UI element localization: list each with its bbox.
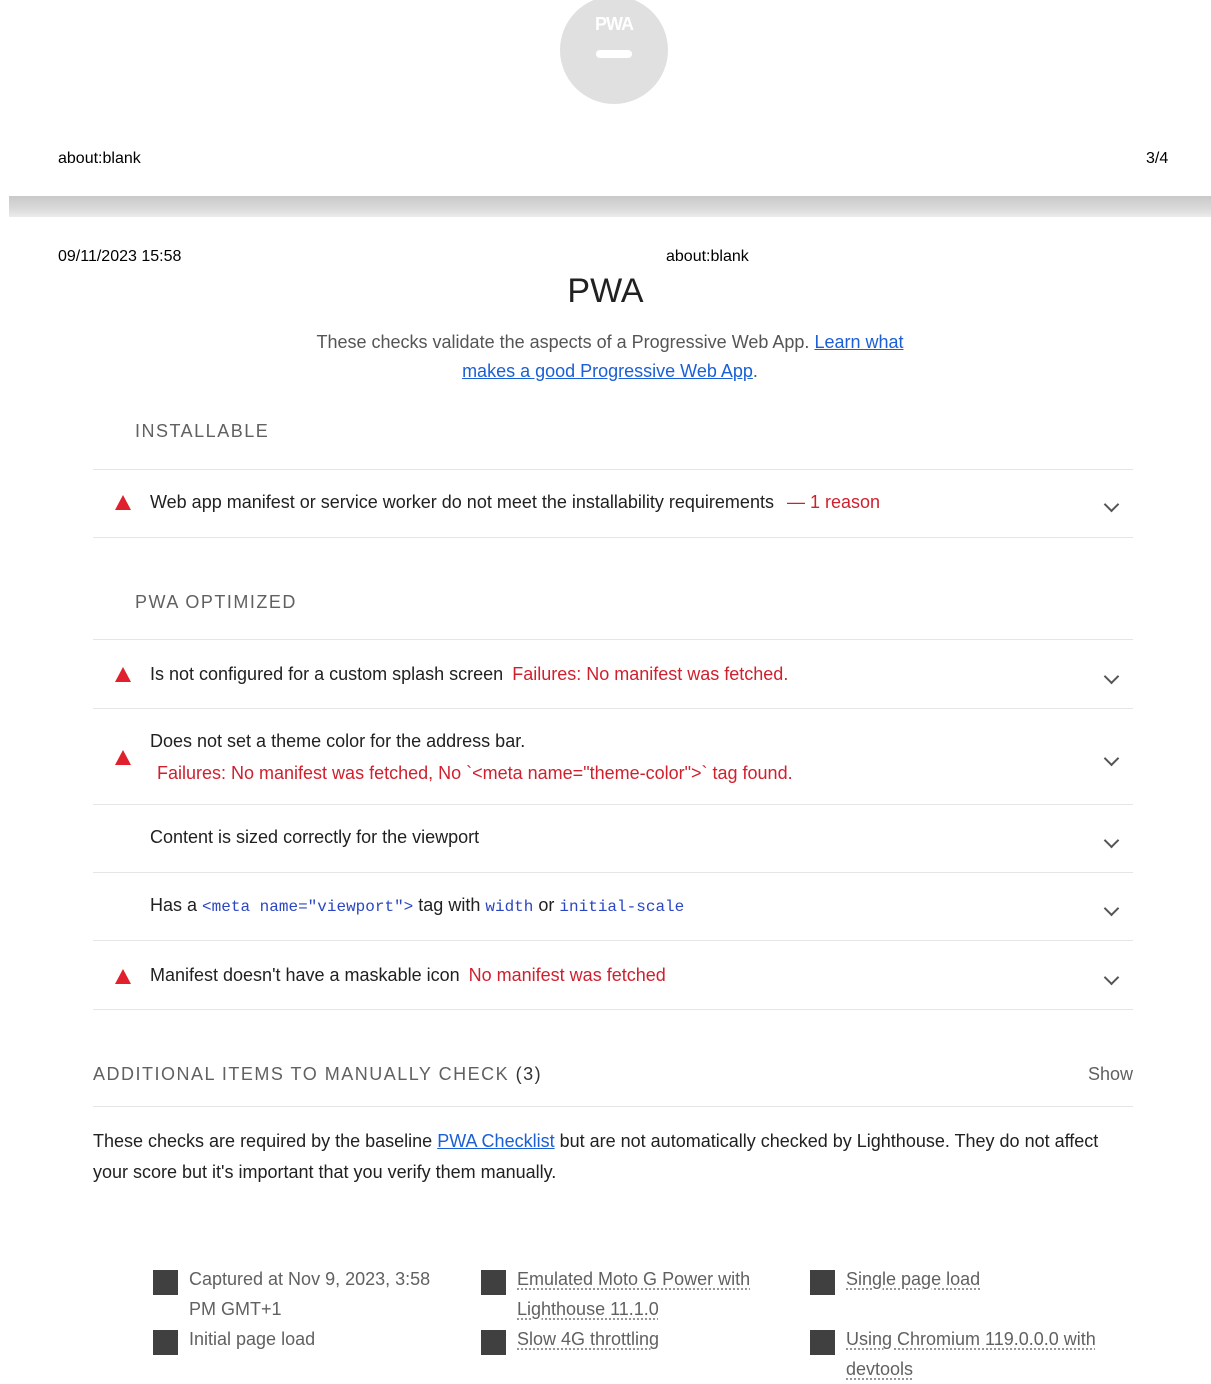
audit-content-width[interactable]: Content is sized correctly for the viewp… [93,805,1133,872]
code-initial-scale: initial-scale [559,898,685,916]
audit-title-text: Is not configured for a custom splash sc… [150,664,504,684]
divider [93,537,1133,538]
manual-count: (3) [515,1064,543,1084]
footer-chromium-text: Using Chromium 119.0.0.0 with devtools [846,1324,1096,1384]
audit-viewport[interactable]: Has a <meta name="viewport"> tag with wi… [93,873,1133,940]
chromium-line-1: Using Chromium 119.0.0.0 with [846,1329,1096,1349]
device-line-1: Emulated Moto G Power with [517,1269,751,1289]
audit-title-or: or [538,895,555,915]
audit-title-text: Content is sized correctly for the viewp… [150,827,480,847]
audit-title-text: Web app manifest or service worker do no… [150,492,774,512]
throttling-icon [481,1330,506,1355]
device-line-2: Lighthouse 11.1.0 [517,1299,659,1319]
chevron-down-icon[interactable] [1103,832,1120,849]
group-title-installable: INSTALLABLE [135,421,270,441]
audit-theme-color[interactable]: Does not set a theme color for the addre… [93,709,1133,804]
calendar-icon [153,1270,178,1295]
warning-triangle-icon [115,750,131,765]
audit-title-prefix: Has a [150,895,198,915]
audit-splash-screen[interactable]: Is not configured for a custom splash sc… [93,640,1133,708]
chevron-down-icon[interactable] [1103,668,1120,685]
category-description: These checks validate the aspects of a P… [300,328,920,386]
audit-detail: No manifest was fetched [468,965,666,985]
audit-title: Web app manifest or service worker do no… [150,492,880,513]
chromium-line-2: devtools [846,1359,914,1379]
chevron-down-icon[interactable] [1103,969,1120,986]
footer-captured-text: Captured at Nov 9, 2023, 3:58 PM GMT+1 [189,1264,430,1324]
chevron-down-icon[interactable] [1103,496,1120,513]
print-date: 09/11/2023 15:58 [58,248,182,265]
initial-load-text: Initial page load [189,1329,316,1349]
page-break [9,196,1211,217]
code-meta-viewport: <meta name="viewport"> [202,898,414,916]
chevron-down-icon[interactable] [1103,750,1120,767]
print-page-count: 3/4 [1146,150,1169,167]
pwa-badge-icon: PWA [560,0,668,104]
captured-line-1: Captured at Nov 9, 2023, 3:58 [189,1269,431,1289]
divider [93,1009,1133,1010]
device-icon [481,1270,506,1295]
audit-title-text: Does not set a theme color for the addre… [150,731,526,751]
pwa-checklist-link[interactable]: PWA Checklist [437,1131,554,1151]
audit-installable-manifest[interactable]: Web app manifest or service worker do no… [93,470,1133,537]
manual-description: These checks are required by the baselin… [93,1126,1133,1188]
show-manual-button[interactable]: Show [1088,1064,1133,1085]
description-period: . [752,361,758,381]
print-url: about:blank [666,248,749,265]
audit-title: Has a <meta name="viewport"> tag with wi… [150,895,684,916]
captured-line-2: PM GMT+1 [189,1299,282,1319]
audit-detail: Failures: No manifest was fetched. [512,664,789,684]
chevron-down-icon[interactable] [1103,900,1120,917]
badge-label: PWA [594,14,634,34]
print-page-url: about:blank [58,150,141,167]
warning-triangle-icon [115,495,131,510]
audit-title: Is not configured for a custom splash sc… [150,664,788,685]
audit-title: Manifest doesn't have a maskable icon No… [150,965,666,986]
footer-device-text: Emulated Moto G Power with Lighthouse 11… [517,1264,750,1324]
single-load-text: Single page load [846,1269,981,1289]
manual-title-text: ADDITIONAL ITEMS TO MANUALLY CHECK [93,1064,510,1084]
audit-detail: Failures: No manifest was fetched, No `<… [157,763,793,783]
warning-triangle-icon [115,667,131,682]
page-load-icon [153,1330,178,1355]
audit-title-mid: tag with [418,895,481,915]
code-width: width [485,898,534,916]
audit-detail: — 1 reason [786,492,881,512]
manual-desc-prefix: These checks are required by the baselin… [93,1131,433,1151]
group-title-manual: ADDITIONAL ITEMS TO MANUALLY CHECK (3) [93,1064,542,1085]
single-load-icon [810,1270,835,1295]
chromium-icon [810,1330,835,1355]
audit-title-text: Manifest doesn't have a maskable icon [150,965,460,985]
badge-dash-icon [596,50,632,58]
audit-maskable-icon[interactable]: Manifest doesn't have a maskable icon No… [93,941,1133,1009]
divider [93,1106,1133,1107]
throttling-text: Slow 4G throttling [517,1329,660,1349]
category-title: PWA [567,272,644,310]
group-title-pwa-optimized: PWA OPTIMIZED [135,592,297,612]
description-text: These checks validate the aspects of a P… [316,332,810,352]
warning-triangle-icon [115,969,131,984]
